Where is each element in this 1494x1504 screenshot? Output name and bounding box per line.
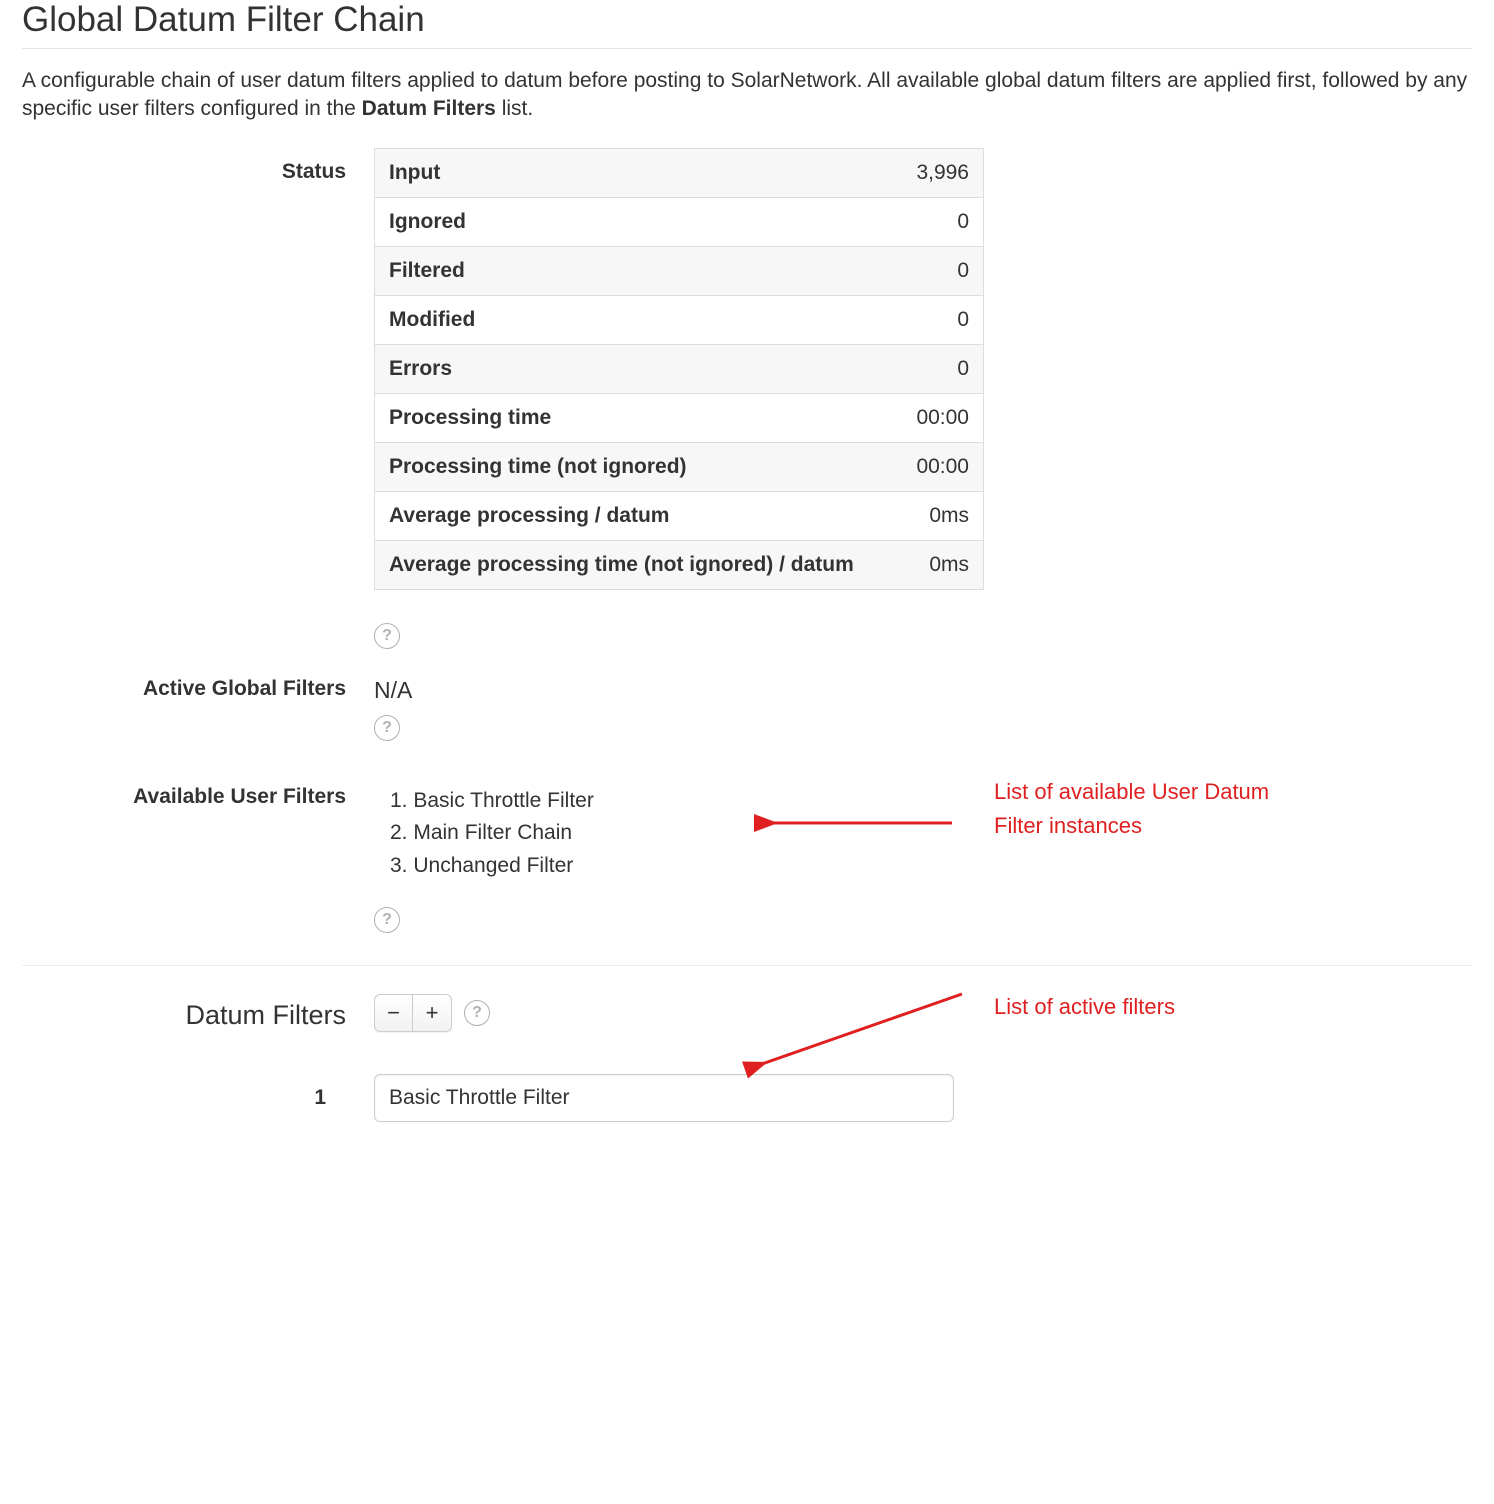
status-metric-label: Errors bbox=[375, 344, 898, 393]
table-row: Processing time00:00 bbox=[375, 393, 984, 442]
status-metric-label: Processing time bbox=[375, 393, 898, 442]
remove-filter-button[interactable]: − bbox=[375, 995, 413, 1031]
add-remove-button-group: − + bbox=[374, 994, 452, 1032]
list-item: 2. Main Filter Chain bbox=[390, 817, 984, 850]
active-global-filters-value: N/A bbox=[374, 677, 984, 704]
add-filter-button[interactable]: + bbox=[413, 995, 451, 1031]
table-row: Filtered0 bbox=[375, 246, 984, 295]
description-text-pre: A configurable chain of user datum filte… bbox=[22, 69, 1467, 120]
help-icon[interactable]: ? bbox=[374, 623, 400, 649]
page-description: A configurable chain of user datum filte… bbox=[22, 67, 1472, 124]
table-row: Processing time (not ignored)00:00 bbox=[375, 442, 984, 491]
datum-filter-row: 1 bbox=[22, 1074, 1472, 1122]
help-icon[interactable]: ? bbox=[374, 907, 400, 933]
description-text-post: list. bbox=[496, 97, 533, 120]
available-user-filters-row: Available User Filters 1. Basic Throttle… bbox=[22, 781, 1472, 934]
table-row: Modified0 bbox=[375, 295, 984, 344]
active-global-filters-row: Active Global Filters N/A ? bbox=[22, 677, 1472, 741]
datum-filters-section: Datum Filters − + ? List of active filte… bbox=[22, 965, 1472, 1122]
datum-filters-controls: − + ? bbox=[374, 994, 490, 1032]
page-title: Global Datum Filter Chain bbox=[22, 0, 1472, 49]
table-row: Errors0 bbox=[375, 344, 984, 393]
table-row: Average processing / datum0ms bbox=[375, 491, 984, 540]
status-table: Input3,996Ignored0Filtered0Modified0Erro… bbox=[374, 148, 984, 590]
datum-filters-label: Datum Filters bbox=[22, 996, 374, 1031]
status-metric-value: 0 bbox=[898, 295, 984, 344]
status-label: Status bbox=[22, 148, 374, 184]
list-item: 1. Basic Throttle Filter bbox=[390, 785, 984, 818]
datum-filter-index: 1 bbox=[22, 1086, 374, 1110]
help-icon[interactable]: ? bbox=[374, 715, 400, 741]
table-row: Ignored0 bbox=[375, 197, 984, 246]
list-item: 3. Unchanged Filter bbox=[390, 850, 984, 883]
status-metric-label: Ignored bbox=[375, 197, 898, 246]
annotation-arrow bbox=[742, 984, 982, 1084]
annotation-available-list: List of available User Datum Filter inst… bbox=[994, 775, 1294, 843]
status-metric-label: Input bbox=[375, 148, 898, 197]
available-user-filters-list: 1. Basic Throttle Filter2. Main Filter C… bbox=[374, 781, 984, 883]
status-metric-value: 0 bbox=[898, 246, 984, 295]
status-metric-value: 3,996 bbox=[898, 148, 984, 197]
status-metric-value: 00:00 bbox=[898, 442, 984, 491]
status-metric-value: 0ms bbox=[898, 491, 984, 540]
annotation-active-list: List of active filters bbox=[994, 990, 1175, 1024]
help-icon[interactable]: ? bbox=[464, 1000, 490, 1026]
status-metric-value: 0ms bbox=[898, 540, 984, 589]
status-metric-value: 0 bbox=[898, 197, 984, 246]
status-row: Status Input3,996Ignored0Filtered0Modifi… bbox=[22, 148, 1472, 649]
active-global-filters-label: Active Global Filters bbox=[22, 677, 374, 701]
status-metric-label: Modified bbox=[375, 295, 898, 344]
table-row: Average processing time (not ignored) / … bbox=[375, 540, 984, 589]
status-metric-value: 0 bbox=[898, 344, 984, 393]
datum-filter-input[interactable] bbox=[374, 1074, 954, 1122]
status-metric-label: Filtered bbox=[375, 246, 898, 295]
status-metric-label: Average processing / datum bbox=[375, 491, 898, 540]
description-bold: Datum Filters bbox=[362, 97, 496, 120]
status-metric-value: 00:00 bbox=[898, 393, 984, 442]
status-metric-label: Average processing time (not ignored) / … bbox=[375, 540, 898, 589]
table-row: Input3,996 bbox=[375, 148, 984, 197]
status-metric-label: Processing time (not ignored) bbox=[375, 442, 898, 491]
available-user-filters-label: Available User Filters bbox=[22, 781, 374, 809]
